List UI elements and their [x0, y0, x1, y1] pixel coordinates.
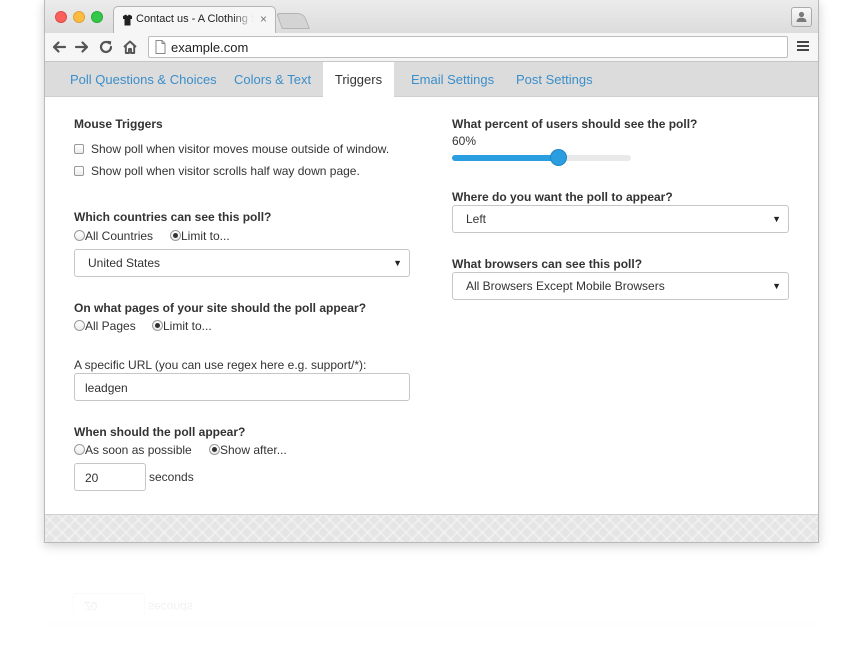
- person-icon: [796, 11, 807, 22]
- limit-countries-radio[interactable]: [170, 230, 181, 241]
- percent-slider-fill: [452, 155, 559, 161]
- position-select[interactable]: Left ▼: [452, 205, 789, 233]
- tab-colors-text[interactable]: Colors & Text: [234, 62, 311, 97]
- url-filter-label: A specific URL (you can use regex here e…: [74, 358, 367, 372]
- all-countries-radio[interactable]: [74, 230, 85, 241]
- mouse-triggers-heading: Mouse Triggers: [74, 117, 163, 131]
- all-pages-radio[interactable]: [74, 320, 85, 331]
- countries-heading: Which countries can see this poll?: [74, 210, 272, 224]
- percent-slider[interactable]: [452, 155, 631, 161]
- zoom-window-button[interactable]: [91, 11, 103, 23]
- country-select[interactable]: United States ▼: [74, 249, 410, 277]
- dropdown-arrow-icon: ▼: [772, 281, 781, 291]
- mouse-outside-label: Show poll when visitor moves mouse outsi…: [91, 142, 390, 156]
- position-select-value: Left: [466, 212, 487, 226]
- tab-poll-questions[interactable]: Poll Questions & Choices: [70, 62, 217, 97]
- pages-heading: On what pages of your site should the po…: [74, 301, 367, 315]
- url-filter-value: leadgen: [85, 381, 128, 395]
- seconds-value: 20: [85, 471, 99, 485]
- dropdown-arrow-icon: ▼: [393, 258, 402, 268]
- dropdown-arrow-icon: ▼: [772, 214, 781, 224]
- minimize-window-button[interactable]: [73, 11, 85, 23]
- decorative-footer: [45, 514, 818, 542]
- address-bar[interactable]: example.com: [148, 36, 788, 58]
- limit-pages-radio[interactable]: [152, 320, 163, 331]
- percent-slider-handle[interactable]: [551, 150, 566, 165]
- reload-icon[interactable]: [97, 38, 115, 56]
- seconds-input[interactable]: 20: [74, 463, 146, 491]
- show-after-label: Show after...: [220, 443, 287, 457]
- title-bar: Contact us - A Clothing St ×: [45, 0, 818, 33]
- new-tab-button[interactable]: [276, 13, 310, 29]
- tab-email-settings[interactable]: Email Settings: [411, 62, 494, 97]
- url-filter-input[interactable]: leadgen: [74, 373, 410, 401]
- tab-triggers[interactable]: Triggers: [323, 62, 394, 98]
- percent-value-label: 60%: [452, 134, 477, 148]
- tab-post-settings[interactable]: Post Settings: [516, 62, 593, 97]
- timing-heading: When should the poll appear?: [74, 425, 246, 439]
- scroll-half-checkbox[interactable]: [74, 166, 84, 176]
- all-pages-label: All Pages: [85, 319, 136, 333]
- mouse-outside-checkbox[interactable]: [74, 144, 84, 154]
- browsers-heading: What browsers can see this poll?: [452, 257, 643, 271]
- limit-countries-label: Limit to...: [181, 229, 230, 243]
- settings-tabs: Poll Questions & Choices Colors & Text T…: [45, 62, 818, 98]
- show-after-radio[interactable]: [209, 444, 220, 455]
- all-countries-label: All Countries: [85, 229, 154, 243]
- page-icon: [155, 40, 166, 54]
- browsers-select[interactable]: All Browsers Except Mobile Browsers ▼: [452, 272, 789, 300]
- poll-settings-page: Poll Questions & Choices Colors & Text T…: [45, 62, 818, 514]
- back-arrow-icon[interactable]: [50, 38, 68, 56]
- browser-tab[interactable]: Contact us - A Clothing St ×: [113, 6, 276, 33]
- url-text: example.com: [171, 40, 249, 55]
- asap-radio[interactable]: [74, 444, 85, 455]
- asap-label: As soon as possible: [85, 443, 192, 457]
- menu-icon[interactable]: [797, 40, 809, 52]
- browser-window: Contact us - A Clothing St × example.com…: [44, 0, 819, 543]
- scroll-half-label: Show poll when visitor scrolls half way …: [91, 164, 360, 178]
- limit-pages-label: Limit to...: [163, 319, 212, 333]
- tab-close-icon[interactable]: ×: [260, 12, 267, 26]
- forward-arrow-icon[interactable]: [73, 38, 91, 56]
- browser-toolbar: example.com: [45, 33, 818, 62]
- seconds-label: seconds: [149, 470, 194, 484]
- country-select-value: United States: [88, 256, 161, 270]
- percent-heading: What percent of users should see the pol…: [452, 117, 698, 131]
- close-window-button[interactable]: [55, 11, 67, 23]
- profile-button[interactable]: [791, 7, 812, 27]
- shirt-favicon-icon: [123, 14, 132, 26]
- browsers-select-value: All Browsers Except Mobile Browsers: [466, 279, 665, 293]
- position-heading: Where do you want the poll to appear?: [452, 190, 673, 204]
- home-icon[interactable]: [121, 38, 139, 56]
